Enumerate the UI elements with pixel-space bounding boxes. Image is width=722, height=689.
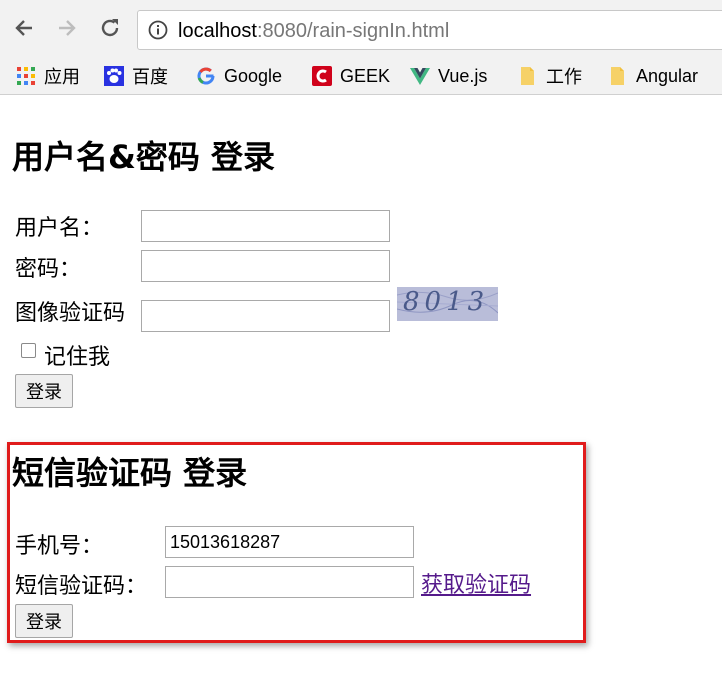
phone-label: 手机号： [15, 534, 104, 559]
remember-me-label: 记住我 [44, 345, 111, 370]
bookmark-google[interactable]: Google [196, 63, 282, 89]
apps-grid-icon [17, 67, 35, 85]
bookmark-label: Google [224, 65, 283, 86]
bookmark-label: GEEK [340, 65, 391, 86]
browser-toolbar: localhost:8080/rain-signIn.html [0, 0, 722, 58]
url-text: localhost:8080/rain-signIn.html [178, 20, 449, 43]
phone-input[interactable] [165, 526, 414, 558]
bookmark-label: Vue.js [438, 65, 488, 86]
bookmark-baidu[interactable]: 百度 [104, 63, 168, 89]
username-label: 用户名： [15, 216, 104, 241]
sms-login-heading: 短信验证码 登录 [12, 454, 248, 492]
folder-icon [611, 67, 624, 85]
get-code-link[interactable]: 获取验证码 [421, 567, 531, 599]
password-login-button[interactable]: 登录 [15, 374, 73, 408]
sms-login-button[interactable]: 登录 [15, 604, 73, 638]
vue-icon [410, 68, 430, 85]
password-label: 密码： [15, 257, 82, 282]
url-host: localhost [178, 20, 257, 42]
password-input[interactable] [141, 250, 390, 282]
captcha-text: 8013 [403, 287, 490, 317]
captcha-image[interactable]: 8013 [397, 287, 498, 321]
bookmark-folder-angular[interactable]: Angular [608, 63, 698, 89]
bookmark-label: Angular [636, 65, 699, 86]
google-g-icon [197, 67, 215, 85]
reload-icon [101, 19, 119, 37]
back-arrow-icon [15, 20, 32, 36]
bookmark-label: 应用 [44, 67, 80, 87]
sms-code-label: 短信验证码： [15, 574, 148, 599]
password-login-heading: 用户名&密码 登录 [12, 138, 276, 176]
info-icon[interactable] [148, 20, 168, 40]
bookmarks-bar: 应用 百度 Google GEEK Vue.js 工作 Angular [0, 58, 722, 95]
sms-code-input[interactable] [165, 566, 414, 598]
forward-button[interactable] [53, 14, 81, 42]
remember-me-checkbox[interactable] [21, 343, 36, 358]
url-path: :8080/rain-signIn.html [256, 20, 450, 42]
back-button[interactable] [10, 14, 38, 42]
bookmark-label: 工作 [546, 67, 582, 87]
bookmark-folder-work[interactable]: 工作 [518, 63, 582, 89]
username-input[interactable] [141, 210, 390, 242]
folder-icon [521, 67, 534, 85]
bookmark-apps[interactable]: 应用 [16, 63, 80, 89]
address-bar[interactable]: localhost:8080/rain-signIn.html [137, 10, 722, 50]
forward-arrow-icon [59, 20, 76, 36]
bookmark-label: 百度 [132, 67, 168, 87]
page-content: 用户名&密码 登录 用户名： 密码： 图像验证码 8013 记住我 登录 短信验… [0, 96, 722, 689]
geek-icon [312, 66, 332, 86]
captcha-label: 图像验证码 [15, 301, 126, 326]
captcha-input[interactable] [141, 300, 390, 332]
baidu-paw-icon [104, 66, 124, 86]
reload-button[interactable] [96, 14, 124, 42]
bookmark-vue[interactable]: Vue.js [410, 63, 487, 89]
bookmark-geek[interactable]: GEEK [312, 63, 390, 89]
